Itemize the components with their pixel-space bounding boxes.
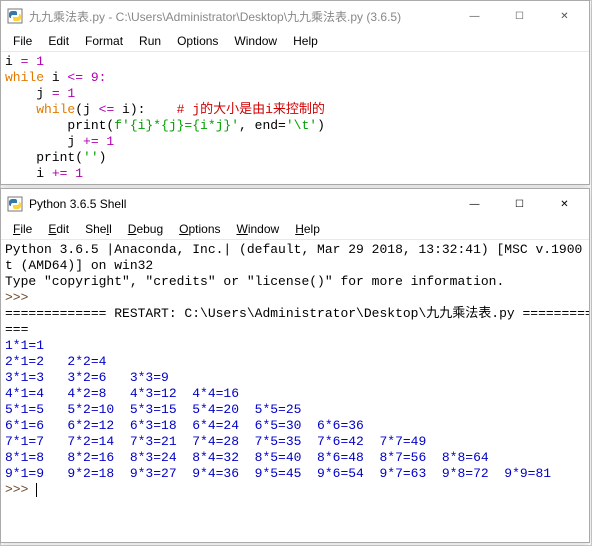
code-editor[interactable]: i = 1 while i <= 9: j = 1 while(j <= i):…: [1, 52, 589, 184]
shell-window: Python 3.6.5 Shell — ☐ ✕ File Edit Shell…: [0, 188, 590, 543]
shell-output[interactable]: Python 3.6.5 |Anaconda, Inc.| (default, …: [1, 240, 589, 500]
close-button[interactable]: ✕: [542, 190, 587, 218]
editor-titlebar[interactable]: 九九乘法表.py - C:\Users\Administrator\Deskto…: [1, 1, 589, 31]
menu-run[interactable]: Run: [131, 32, 169, 50]
maximize-button[interactable]: ☐: [497, 2, 542, 30]
output-row: 6*1=6 6*2=12 6*3=18 6*4=24 6*5=30 6*6=36: [5, 418, 364, 433]
prompt: >>>: [5, 290, 36, 305]
output-row: 9*1=9 9*2=18 9*3=27 9*4=36 9*5=45 9*6=54…: [5, 466, 551, 481]
menu-window[interactable]: Window: [229, 220, 288, 238]
prompt: >>>: [5, 482, 36, 497]
editor-window: 九九乘法表.py - C:\Users\Administrator\Deskto…: [0, 0, 590, 185]
menu-edit[interactable]: Edit: [40, 32, 77, 50]
menu-window[interactable]: Window: [226, 32, 285, 50]
menu-debug[interactable]: Debug: [120, 220, 171, 238]
output-row: 2*1=2 2*2=4: [5, 354, 106, 369]
menu-format[interactable]: Format: [77, 32, 131, 50]
output-row: 8*1=8 8*2=16 8*3=24 8*4=32 8*5=40 8*6=48…: [5, 450, 489, 465]
shell-title: Python 3.6.5 Shell: [29, 197, 452, 211]
close-button[interactable]: ✕: [542, 2, 587, 30]
menu-file[interactable]: File: [5, 32, 40, 50]
minimize-button[interactable]: —: [452, 2, 497, 30]
text-cursor: [36, 483, 37, 497]
menu-file[interactable]: File: [5, 220, 40, 238]
banner-line: t (AMD64)] on win32: [5, 258, 153, 273]
restart-line: ===: [5, 322, 28, 337]
menu-shell[interactable]: Shell: [77, 220, 120, 238]
menu-options[interactable]: Options: [171, 220, 228, 238]
output-row: 1*1=1: [5, 338, 44, 353]
menu-help[interactable]: Help: [285, 32, 326, 50]
shell-titlebar[interactable]: Python 3.6.5 Shell — ☐ ✕: [1, 189, 589, 219]
python-shell-icon: [7, 196, 23, 212]
restart-line: ============= RESTART: C:\Users\Administ…: [5, 306, 589, 321]
editor-title: 九九乘法表.py - C:\Users\Administrator\Deskto…: [29, 8, 452, 25]
output-row: 3*1=3 3*2=6 3*3=9: [5, 370, 169, 385]
maximize-button[interactable]: ☐: [497, 190, 542, 218]
menu-help[interactable]: Help: [287, 220, 328, 238]
menu-edit[interactable]: Edit: [40, 220, 77, 238]
menu-options[interactable]: Options: [169, 32, 226, 50]
minimize-button[interactable]: —: [452, 190, 497, 218]
output-row: 5*1=5 5*2=10 5*3=15 5*4=20 5*5=25: [5, 402, 301, 417]
shell-menubar: File Edit Shell Debug Options Window Hel…: [1, 219, 589, 240]
banner-line: Type "copyright", "credits" or "license(…: [5, 274, 504, 289]
output-row: 7*1=7 7*2=14 7*3=21 7*4=28 7*5=35 7*6=42…: [5, 434, 426, 449]
output-row: 4*1=4 4*2=8 4*3=12 4*4=16: [5, 386, 239, 401]
banner-line: Python 3.6.5 |Anaconda, Inc.| (default, …: [5, 242, 589, 257]
editor-menubar: File Edit Format Run Options Window Help: [1, 31, 589, 52]
python-file-icon: [7, 8, 23, 24]
